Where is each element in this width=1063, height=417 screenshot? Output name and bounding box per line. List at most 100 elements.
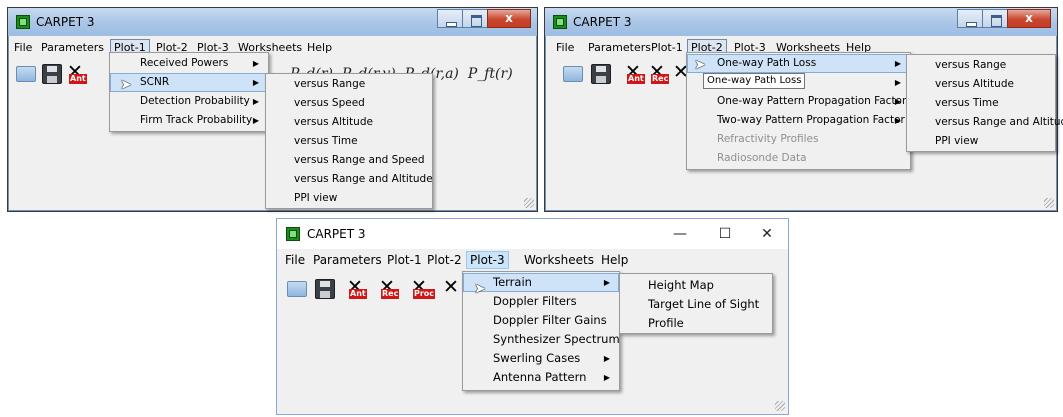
- menu-item-firm-track-probability[interactable]: Firm Track Probability ▶: [110, 111, 268, 130]
- menu-item-one-way-ppf[interactable]: One-way Pattern Propagation Factor ▶: [687, 92, 910, 111]
- submenu-item[interactable]: versus Range: [266, 75, 432, 94]
- submenu-item[interactable]: Target Line of Sight: [620, 295, 772, 314]
- app-icon: [553, 15, 567, 29]
- menu-help[interactable]: Help: [601, 253, 628, 267]
- close-button[interactable]: x: [1007, 9, 1051, 28]
- menu-help[interactable]: Help: [307, 41, 332, 54]
- open-folder-icon[interactable]: [563, 66, 583, 82]
- maximize-button[interactable]: [462, 9, 488, 28]
- ant-tag: Ant: [349, 289, 367, 299]
- menu-plot-1[interactable]: Plot-1: [387, 253, 422, 267]
- resize-grip-icon[interactable]: [524, 198, 534, 208]
- menu-plot-2[interactable]: Plot-2: [427, 253, 462, 267]
- app-icon: [286, 227, 300, 241]
- menu-item-label: Terrain: [493, 275, 532, 289]
- menu-item-label: SCNR: [140, 76, 170, 88]
- submenu-arrow-icon: ▶: [252, 59, 259, 68]
- menu-worksheets[interactable]: Worksheets: [524, 253, 594, 267]
- submenu-item[interactable]: PPI view: [266, 189, 432, 208]
- menu-item-detection-probability[interactable]: Detection Probability ▶: [110, 92, 268, 111]
- menu-parameters[interactable]: Parameters: [41, 41, 104, 54]
- cross-icon[interactable]: ✕: [443, 277, 463, 299]
- save-icon[interactable]: [315, 279, 335, 299]
- antenna-icon[interactable]: ✕ Ant: [67, 62, 87, 84]
- minimize-button[interactable]: —: [657, 219, 703, 249]
- menu-parameters[interactable]: Parameters: [588, 41, 651, 54]
- menu-file[interactable]: File: [285, 253, 305, 267]
- submenu-arrow-icon: ▶: [252, 116, 259, 125]
- menu-item-synthesizer-spectrum[interactable]: Synthesizer Spectrum: [463, 330, 620, 349]
- terrain-submenu: Height Map Target Line of Sight Profile: [619, 273, 773, 334]
- tooltip: One-way Path Loss: [703, 73, 806, 89]
- menu-item-received-powers[interactable]: Received Powers ▶: [110, 54, 268, 73]
- submenu-arrow-icon: ▶: [894, 116, 901, 125]
- menu-bar: File Parameters Plot-1 Plot-2 Plot-3 Wor…: [11, 39, 534, 57]
- open-folder-icon[interactable]: [287, 281, 307, 297]
- open-folder-icon[interactable]: [16, 66, 36, 82]
- menu-item-label: Antenna Pattern: [493, 370, 587, 384]
- resize-grip-icon[interactable]: [775, 401, 785, 411]
- save-icon[interactable]: [42, 64, 62, 84]
- menu-plot-3[interactable]: Plot-3: [466, 251, 509, 269]
- title-bar: CARPET 3 x: [8, 8, 537, 36]
- antenna-icon[interactable]: ✕ Ant: [347, 277, 367, 299]
- ant-tag: Ant: [627, 74, 645, 84]
- menu-file[interactable]: File: [14, 41, 32, 54]
- processor-icon[interactable]: ✕ Proc: [411, 277, 436, 299]
- submenu-arrow-icon: ▶: [894, 97, 901, 106]
- submenu-item[interactable]: versus Speed: [266, 94, 432, 113]
- caption-buttons: x: [437, 9, 531, 29]
- antenna-icon[interactable]: ✕ Ant: [625, 62, 645, 84]
- submenu-item[interactable]: versus Time: [266, 132, 432, 151]
- rec-tag: Rec: [651, 74, 670, 84]
- menu-item-two-way-ppf[interactable]: Two-way Pattern Propagation Factor ▶: [687, 111, 910, 130]
- window-title: CARPET 3: [36, 15, 95, 29]
- menu-bar: File Parameters Plot-1 Plot-2 Plot-3 Wor…: [280, 251, 785, 269]
- menu-item-swerling-cases[interactable]: Swerling Cases ▶: [463, 349, 619, 368]
- submenu-item[interactable]: versus Time: [907, 94, 1055, 113]
- scnr-submenu: versus Range versus Speed versus Altitud…: [265, 73, 433, 209]
- menu-item-one-way-path-loss[interactable]: One-way Path Loss ▶: [687, 54, 910, 73]
- save-icon[interactable]: [591, 64, 611, 84]
- menu-item-antenna-pattern[interactable]: Antenna Pattern ▶: [463, 368, 619, 387]
- menu-plot-1[interactable]: Plot-1: [651, 41, 683, 54]
- menu-item-doppler-filters[interactable]: Doppler Filters: [463, 292, 619, 311]
- receiver-icon[interactable]: ✕ Rec: [649, 62, 670, 84]
- submenu-item[interactable]: versus Range and Speed: [266, 151, 432, 170]
- minimize-button[interactable]: [437, 9, 463, 28]
- submenu-arrow-icon: ▶: [603, 278, 610, 287]
- app-icon: [16, 15, 30, 29]
- close-button[interactable]: ✕: [744, 219, 790, 249]
- submenu-item[interactable]: versus Range and Altitude: [266, 170, 433, 189]
- receiver-icon[interactable]: ✕ Rec: [379, 277, 400, 299]
- menu-item-label: Detection Probability: [140, 95, 250, 107]
- maximize-button[interactable]: ☐: [702, 219, 748, 249]
- menu-item-scnr[interactable]: SCNR ▶: [110, 73, 268, 92]
- submenu-item[interactable]: versus Range and Altitude: [907, 113, 1063, 132]
- cursor-arrow-icon: ➤: [474, 281, 486, 297]
- plot-1-menu: Received Powers ▶ SCNR ▶ Detection Probabi…: [109, 52, 269, 132]
- submenu-item[interactable]: Profile: [620, 314, 772, 333]
- cursor-arrow-icon: ➤: [694, 57, 706, 73]
- path-loss-submenu: versus Range versus Altitude versus Time…: [906, 54, 1063, 152]
- menu-item-label: Received Powers: [140, 57, 229, 69]
- submenu-arrow-icon: ▶: [252, 97, 259, 106]
- resize-grip-icon[interactable]: [1044, 198, 1054, 208]
- menu-item-label: Firm Track Probability: [140, 114, 253, 126]
- menu-parameters[interactable]: Parameters: [313, 253, 382, 267]
- close-button[interactable]: x: [487, 9, 531, 28]
- menu-item-label: One-way Path Loss: [717, 57, 817, 69]
- window-title: CARPET 3: [573, 15, 632, 29]
- menu-item-terrain[interactable]: Terrain ▶: [463, 273, 619, 292]
- menu-item-doppler-filter-gains[interactable]: Doppler Filter Gains: [463, 311, 619, 330]
- cursor-arrow-icon: ➤: [120, 77, 132, 93]
- submenu-item[interactable]: Height Map: [620, 276, 772, 295]
- submenu-item[interactable]: versus Altitude: [907, 75, 1055, 94]
- submenu-item[interactable]: versus Altitude: [266, 113, 432, 132]
- submenu-arrow-icon: ▶: [894, 59, 901, 68]
- submenu-item[interactable]: versus Range: [907, 56, 1055, 75]
- submenu-item[interactable]: PPI view: [907, 132, 1055, 151]
- maximize-button[interactable]: [982, 9, 1008, 28]
- menu-file[interactable]: File: [556, 41, 574, 54]
- minimize-button[interactable]: [957, 9, 983, 28]
